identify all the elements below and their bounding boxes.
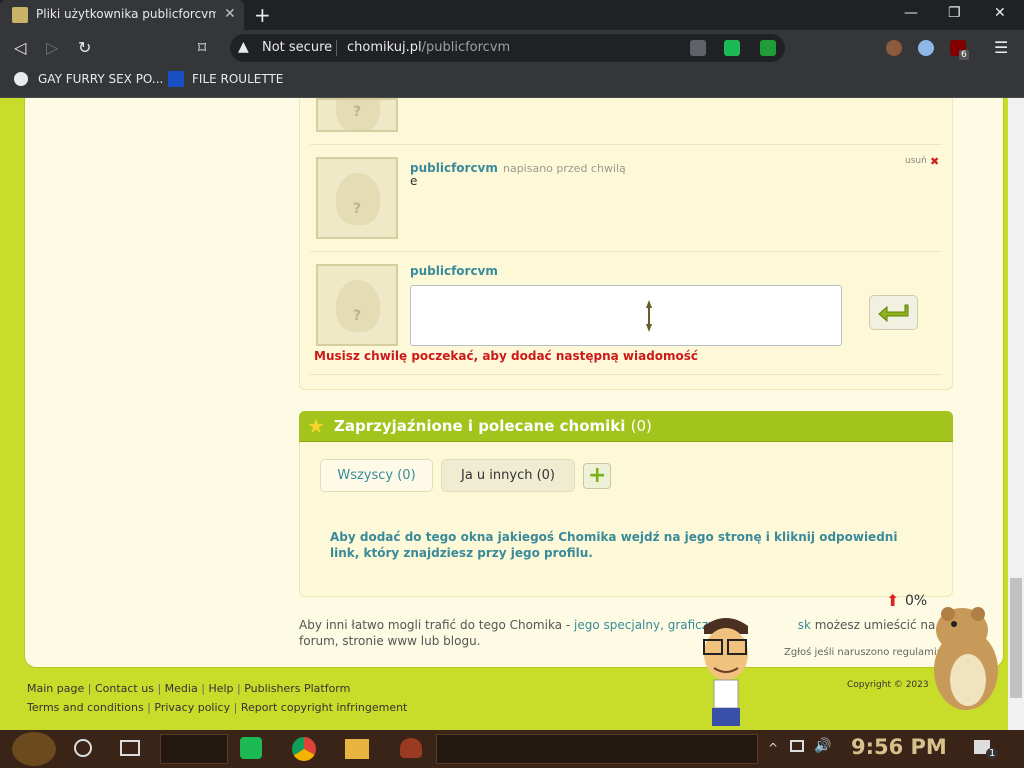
menu-icon[interactable]: ☰ (994, 38, 1008, 57)
bookmark-item[interactable]: FILE ROULETTE (192, 72, 283, 86)
friends-info-text: Aby dodać do tego okna jakiegoś Chomika … (330, 530, 898, 560)
delete-icon[interactable]: ✖ (930, 155, 939, 168)
avatar[interactable]: ? (316, 98, 398, 132)
promo-text-before: Aby inni łatwo mogli trafić do tego Chom… (299, 618, 575, 632)
footer-link-main[interactable]: Main page (27, 682, 84, 695)
promo-link[interactable]: jego specjalny, graficzn (574, 618, 716, 632)
url-text[interactable]: chomikuj.pl/publicforcvm (347, 40, 510, 55)
extension-badge: 6 (959, 50, 969, 60)
scrollbar-thumb[interactable] (1010, 578, 1022, 698)
site-favicon-icon (12, 7, 28, 23)
friends-title-text: Zaprzyjaźnione i polecane chomiki (334, 417, 626, 435)
tab-title: Pliki użytkownika publicforcvm - C (36, 7, 216, 21)
warning-icon[interactable]: ▲ (238, 39, 249, 55)
chat-extension-icon[interactable] (724, 40, 740, 56)
url-domain: chomikuj.pl (347, 40, 422, 55)
minimize-icon[interactable]: — (904, 5, 918, 21)
start-button[interactable] (12, 732, 56, 766)
taskbar-slot[interactable] (160, 734, 228, 764)
bookmark-icon[interactable]: ⌑ (198, 38, 206, 57)
footer-link-publishers[interactable]: Publishers Platform (244, 682, 350, 695)
file-explorer-icon[interactable] (345, 739, 369, 759)
bookmark-item[interactable]: GAY FURRY SEX PO... (38, 72, 163, 86)
app-icon[interactable] (400, 738, 422, 758)
avatar-extension-icon[interactable] (886, 40, 902, 56)
bookmark-favicon-icon (168, 71, 184, 87)
url-path: /publicforcvm (421, 40, 511, 55)
chevron-up-icon[interactable]: ^ (768, 741, 778, 755)
divider (310, 251, 942, 252)
footer-link-copyright-report[interactable]: Report copyright infringement (241, 701, 408, 714)
avatar[interactable]: ? (316, 157, 398, 239)
upload-arrow-icon: ⬆ (886, 591, 900, 610)
hamster-mascot-icon (934, 607, 998, 710)
comment-textarea[interactable] (410, 285, 842, 346)
tab-close-icon[interactable]: ✕ (224, 6, 236, 22)
shield-extension-icon[interactable] (760, 40, 776, 56)
star-icon: ★ (307, 414, 325, 438)
back-icon[interactable]: ◁ (14, 38, 26, 57)
divider (336, 40, 337, 56)
globe-icon (14, 72, 28, 86)
footer-link-media[interactable]: Media (165, 682, 198, 695)
reload-icon[interactable]: ↻ (78, 38, 91, 57)
send-comment-button[interactable] (869, 295, 918, 330)
translate-icon[interactable] (690, 40, 706, 56)
comment-header: publicforcvm napisano przed chwilą (410, 157, 626, 176)
friends-count: (0) (630, 417, 652, 435)
flag-extension-icon[interactable] (918, 40, 934, 56)
tab-all-friends[interactable]: Wszyscy (0) (320, 459, 433, 492)
search-icon[interactable] (74, 739, 92, 757)
divider (310, 144, 942, 145)
footer-links-row1: Main page | Contact us | Media | Help | … (27, 682, 351, 695)
footer-links-row2: Terms and conditions | Privacy policy | … (27, 701, 408, 714)
delete-comment-link[interactable]: usuń (905, 156, 927, 166)
text-cursor-icon (646, 300, 652, 332)
restore-icon[interactable]: ❐ (948, 5, 961, 21)
footer-link-privacy[interactable]: Privacy policy (154, 701, 230, 714)
new-tab-button[interactable]: + (254, 3, 271, 27)
tab-me-at-others[interactable]: Ja u innych (0) (441, 459, 575, 492)
network-icon[interactable] (790, 740, 804, 752)
footer-link-terms[interactable]: Terms and conditions (27, 701, 144, 714)
volume-icon[interactable]: 🔊 (814, 738, 831, 754)
plus-icon[interactable]: + (588, 463, 606, 488)
copyright-text: Copyright © 2023 (847, 680, 929, 690)
task-view-icon[interactable] (120, 740, 140, 756)
enter-arrow-icon (878, 304, 909, 323)
comment-username[interactable]: publicforcvm (410, 161, 498, 175)
friends-box-title: Zaprzyjaźnione i polecane chomiki (0) (334, 417, 652, 435)
chrome-icon[interactable] (292, 737, 316, 761)
comment-body: e (410, 174, 418, 188)
taskbar-clock[interactable]: 9:56 PM (851, 735, 947, 759)
error-message: Musisz chwilę poczekać, aby dodać następ… (314, 349, 699, 363)
comment-timestamp: napisano przed chwilą (502, 162, 626, 175)
close-window-icon[interactable]: ✕ (994, 5, 1006, 21)
avatar[interactable]: ? (316, 264, 398, 346)
comments-box (299, 98, 953, 390)
new-comment-username: publicforcvm (410, 264, 498, 278)
taskbar-slot[interactable] (436, 734, 758, 764)
chat-app-icon[interactable] (240, 737, 262, 759)
divider (310, 374, 942, 375)
promo-link-tail[interactable]: sk (798, 618, 811, 632)
promo-text: Aby inni łatwo mogli trafić do tego Chom… (299, 617, 949, 649)
cartoon-character-icon (703, 618, 748, 726)
footer-link-help[interactable]: Help (208, 682, 233, 695)
forward-icon[interactable]: ▷ (46, 38, 58, 57)
footer-link-contact[interactable]: Contact us (95, 682, 154, 695)
security-indicator[interactable]: Not secure (262, 40, 332, 55)
